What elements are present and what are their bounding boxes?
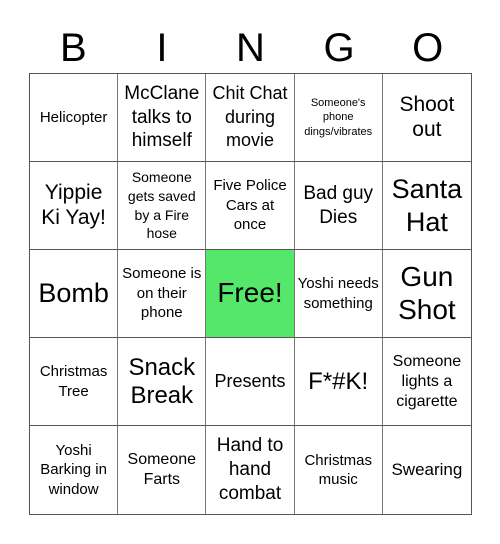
bingo-cell[interactable]: McClane talks to himself [118,74,207,162]
bingo-cell[interactable]: Someone gets saved by a Fire hose [118,162,207,250]
bingo-cell[interactable]: Yoshi Barking in window [30,426,119,514]
bingo-cell[interactable]: Someone is on their phone [118,250,207,338]
bingo-cell[interactable]: Someone Farts [118,426,207,514]
bingo-cell[interactable]: Helicopter [30,74,119,162]
bingo-cell[interactable]: Presents [206,338,295,426]
bingo-cell[interactable]: Someone lights a cigarette [382,338,471,426]
bingo-cell[interactable]: F*#K! [294,338,383,426]
free-cell[interactable]: Free! [206,250,295,338]
bingo-cell[interactable]: Bomb [30,250,119,338]
bingo-cell[interactable]: Santa Hat [382,162,471,250]
bingo-cell[interactable]: Hand to hand combat [206,426,295,514]
header-letter-b: B [59,26,87,70]
bingo-cell[interactable]: Gun Shot [382,250,471,338]
header-letter-n: N [236,26,265,70]
header-letter-i: I [156,26,168,70]
bingo-cell[interactable]: Chit Chat during movie [206,74,295,162]
bingo-cell[interactable]: Bad guy Dies [294,162,383,250]
header-letter-g: G [323,26,355,70]
bingo-cell[interactable]: Yippie Ki Yay! [30,162,119,250]
bingo-cell[interactable]: Shoot out [382,74,471,162]
bingo-header: B I N G O [29,22,472,74]
bingo-cell[interactable]: Five Police Cars at once [206,162,295,250]
bingo-cell[interactable]: Christmas music [294,426,383,514]
header-letter-o: O [412,26,444,70]
bingo-cell[interactable]: Christmas Tree [30,338,119,426]
bingo-board: Helicopter McClane talks to himself Chit… [29,73,472,515]
bingo-cell[interactable]: Yoshi needs something [294,250,383,338]
bingo-cell[interactable]: Someone's phone dings/vibrates [294,74,383,162]
bingo-cell[interactable]: Snack Break [118,338,207,426]
bingo-cell[interactable]: Swearing [382,426,471,514]
